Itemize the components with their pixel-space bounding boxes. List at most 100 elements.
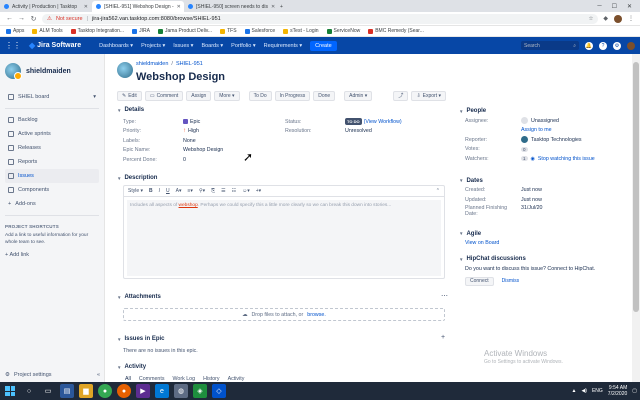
description-editor[interactable]: Style ▾ B I U A▾ ≡▾ ⚲▾ ⎘ ☰ ☷ ☺▾ +▾ ⌃ Inc… xyxy=(123,185,445,279)
collapse-toolbar-icon[interactable]: ⌃ xyxy=(436,188,440,194)
connect-button[interactable]: Connect xyxy=(465,276,494,286)
folder-icon[interactable]: ▆ xyxy=(79,384,93,398)
bookmark-alm-tools[interactable]: ALM Tools xyxy=(32,28,63,34)
italic-icon[interactable]: I xyxy=(159,188,160,194)
reporter-value[interactable]: Tasktop Technologies xyxy=(521,136,582,144)
task-view-icon[interactable]: ▭ xyxy=(41,384,55,398)
clock[interactable]: 9:54 AM 7/2/2020 xyxy=(608,385,627,397)
user-avatar[interactable] xyxy=(627,41,635,50)
activity-section-header[interactable]: ▼ Activity xyxy=(117,364,146,370)
attachments-more-icon[interactable]: ⋯ xyxy=(441,292,448,300)
bookmark-servicenow[interactable]: ServiceNow xyxy=(326,28,360,34)
star-icon[interactable]: ☆ xyxy=(588,16,593,22)
search-icon[interactable]: ○ xyxy=(22,384,36,398)
nav-projects[interactable]: Projects ▾ xyxy=(141,43,165,49)
file-explorer-icon[interactable]: ▤ xyxy=(60,384,74,398)
votes-badge[interactable]: 0 xyxy=(521,146,528,152)
close-window-icon[interactable]: ✕ xyxy=(627,3,632,10)
breadcrumb-project[interactable]: shieldmaiden xyxy=(136,61,168,67)
bookmark-salesforce[interactable]: Salesforce xyxy=(244,28,275,34)
breadcrumb-issue-key[interactable]: SHIEL-951 xyxy=(176,61,203,67)
sidebar-item-releases[interactable]: Releases xyxy=(5,141,99,155)
sidebar-item-backlog[interactable]: Backlog xyxy=(5,113,99,127)
description-text[interactable]: Includes all aspects of webshop. Perhaps… xyxy=(127,200,441,276)
bookmark-tasktop[interactable]: Tasktop Integration... xyxy=(70,28,124,34)
view-workflow-link[interactable]: (View Workflow) xyxy=(364,119,402,125)
text-color-icon[interactable]: A▾ xyxy=(176,188,182,194)
add-issue-icon[interactable]: + xyxy=(441,334,445,341)
language-indicator[interactable]: ENG xyxy=(592,388,603,394)
export-button[interactable]: ⇩ Export ▾ xyxy=(411,90,446,101)
scroll-thumb[interactable] xyxy=(633,62,639,312)
admin-button[interactable]: Admin ▾ xyxy=(344,90,373,101)
attachments-section-header[interactable]: ▼ Attachments xyxy=(117,294,161,300)
volume-icon[interactable]: ◀) xyxy=(581,388,587,394)
profile-avatar[interactable] xyxy=(614,14,622,23)
new-tab-button[interactable]: + xyxy=(276,1,290,12)
in-progress-button[interactable]: In Progress xyxy=(274,90,311,101)
description-section-header[interactable]: ▼ Description xyxy=(117,175,157,181)
page-scrollbar[interactable] xyxy=(632,54,640,382)
done-button[interactable]: Done xyxy=(313,90,336,101)
sidebar-item-active-sprints[interactable]: Active sprints xyxy=(5,127,99,141)
assign-to-me-link[interactable]: Assign to me xyxy=(521,127,552,133)
network-icon[interactable]: ▲ xyxy=(571,388,576,394)
nav-boards[interactable]: Boards ▾ xyxy=(201,43,223,49)
app-switcher-icon[interactable]: ⋮⋮ xyxy=(5,41,21,50)
terminal-icon[interactable]: ▶ xyxy=(136,384,150,398)
sidebar-item-add-ons[interactable]: + Add-ons xyxy=(5,197,99,211)
notification-icon[interactable]: ▢ xyxy=(632,388,637,394)
security-label[interactable]: Not secure xyxy=(56,16,83,22)
to-do-button[interactable]: To Do xyxy=(248,90,272,101)
sidebar-item-board[interactable]: SHIEL board ▾ xyxy=(5,90,99,104)
chrome-icon[interactable]: ● xyxy=(98,384,112,398)
insert-more-icon[interactable]: +▾ xyxy=(256,188,261,194)
dismiss-button[interactable]: Dismiss xyxy=(498,277,524,286)
browser-tab-2[interactable]: [SHIEL-951] Webshop Design - ✕ xyxy=(92,1,184,12)
windows-start-icon[interactable] xyxy=(3,384,17,398)
bookmark-jira[interactable]: JIRA xyxy=(132,28,150,34)
nav-requirements[interactable]: Requirements ▾ xyxy=(264,43,303,49)
app-icon[interactable]: ◍ xyxy=(174,384,188,398)
firefox-icon[interactable]: ● xyxy=(117,384,131,398)
link-icon[interactable]: ⚲▾ xyxy=(199,188,205,194)
reload-icon[interactable]: ↻ xyxy=(30,15,37,23)
share-button[interactable]: ⤴ xyxy=(393,90,409,101)
browser-tab-1[interactable]: Activity | Production | Tasktop ✕ xyxy=(0,1,92,12)
nav-portfolio[interactable]: Portfolio ▾ xyxy=(231,43,255,49)
close-icon[interactable]: ✕ xyxy=(84,4,88,10)
search-input[interactable]: Search ⌕ xyxy=(521,41,579,50)
view-on-board-link[interactable]: View on Board xyxy=(465,240,499,246)
minimize-icon[interactable]: ─ xyxy=(597,3,601,9)
watchers-badge[interactable]: 1 xyxy=(521,156,528,162)
forward-icon[interactable]: → xyxy=(18,15,25,22)
jira-logo[interactable]: ◆ Jira Software xyxy=(29,41,81,50)
sidebar-item-issues[interactable]: Issues xyxy=(5,169,99,183)
emoji-icon[interactable]: ☺▾ xyxy=(242,188,250,194)
project-settings[interactable]: ⚙ Project settings « xyxy=(5,372,100,378)
comment-button[interactable]: ▭ Comment xyxy=(144,90,184,101)
spellcheck-word[interactable]: webshop xyxy=(179,203,198,208)
extension-icon[interactable]: ◆ xyxy=(603,15,608,23)
close-icon[interactable]: ✕ xyxy=(271,4,275,10)
app-icon[interactable]: ◈ xyxy=(193,384,207,398)
details-section-header[interactable]: ▼ Details xyxy=(117,107,144,113)
nav-dashboards[interactable]: Dashboards ▾ xyxy=(99,43,133,49)
hipchat-header[interactable]: ▼ HipChat discussions xyxy=(459,254,629,264)
epic-name-value[interactable]: Webshop Design xyxy=(183,147,223,153)
back-icon[interactable]: ← xyxy=(6,15,13,22)
edit-button[interactable]: ✎ Edit xyxy=(117,90,142,101)
create-button[interactable]: Create xyxy=(310,40,337,51)
help-icon[interactable]: ? xyxy=(599,41,607,50)
project-header[interactable]: shieldmaiden xyxy=(5,60,99,82)
settings-icon[interactable]: ⚙ xyxy=(613,41,621,50)
people-header[interactable]: ▼ People xyxy=(459,106,629,116)
bookmark-stest[interactable]: sTest - Login xyxy=(283,28,319,34)
menu-icon[interactable]: ⋮ xyxy=(628,15,634,23)
notifications-icon[interactable]: 🔔 xyxy=(585,41,593,50)
style-dropdown[interactable]: Style ▾ xyxy=(128,188,143,194)
edge-icon[interactable]: e xyxy=(155,384,169,398)
browse-link[interactable]: browse. xyxy=(307,312,326,318)
maximize-icon[interactable]: ☐ xyxy=(612,3,617,10)
sidebar-item-reports[interactable]: Reports xyxy=(5,155,99,169)
